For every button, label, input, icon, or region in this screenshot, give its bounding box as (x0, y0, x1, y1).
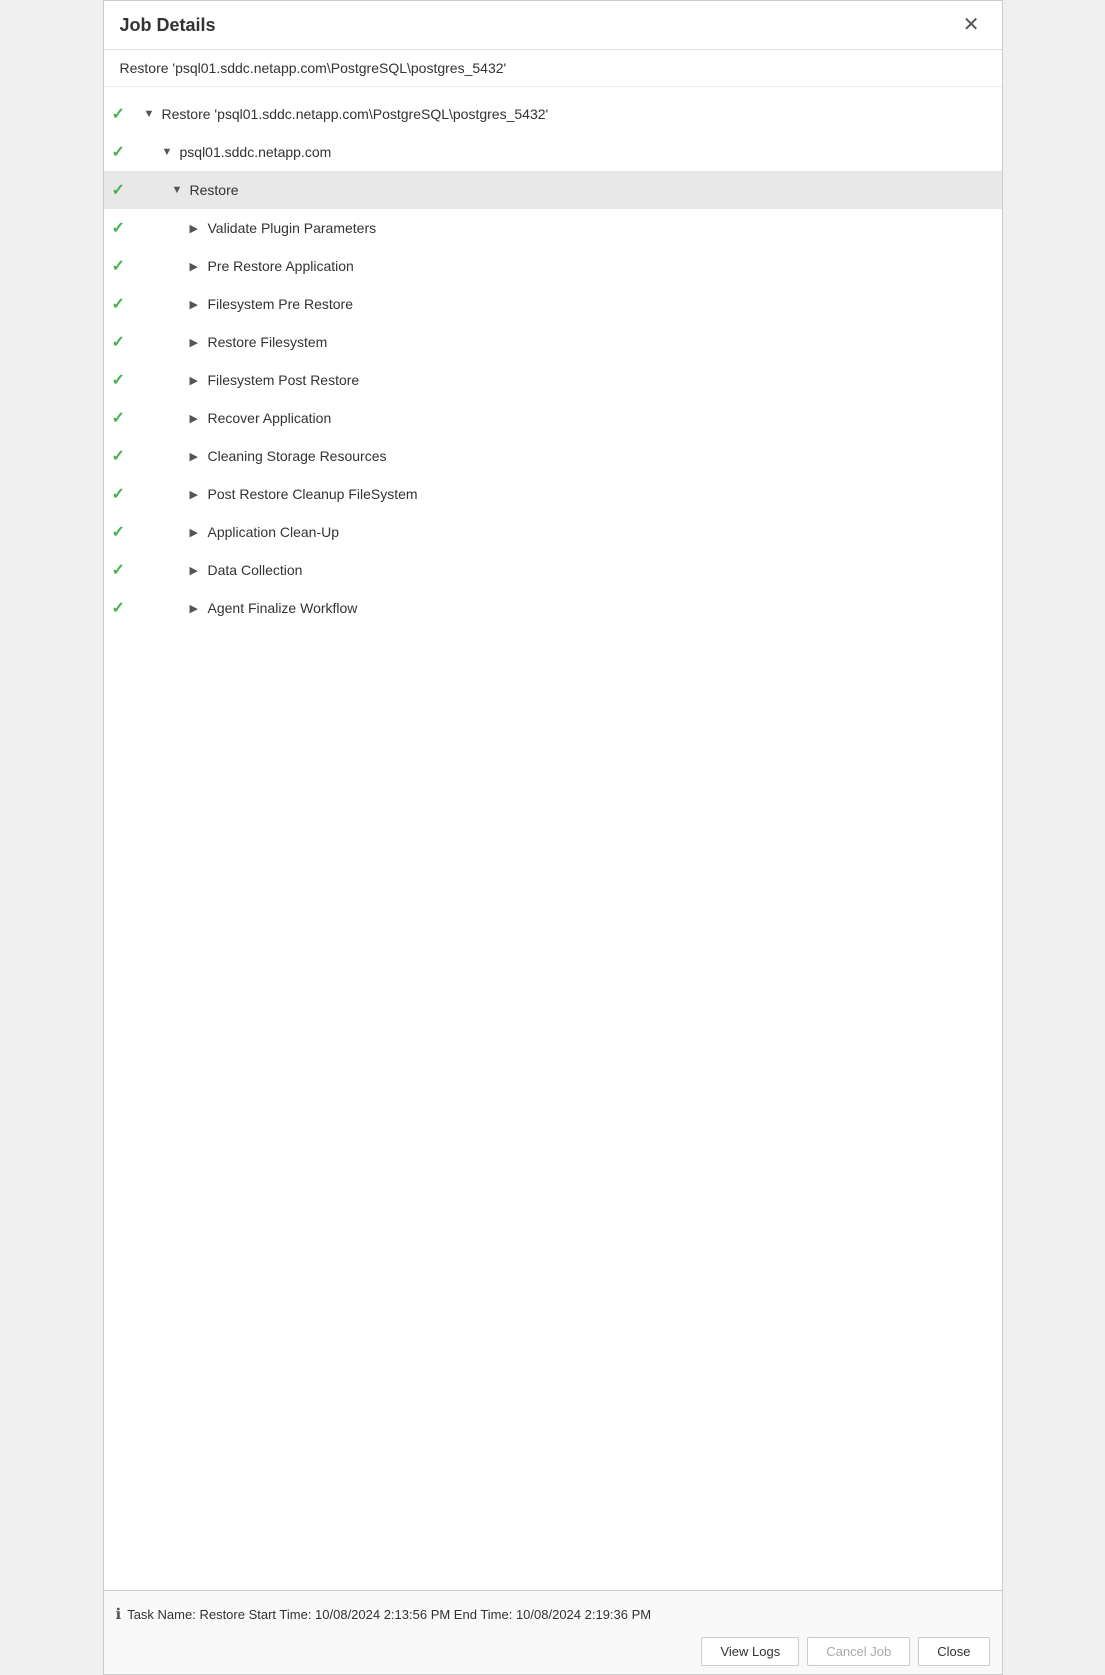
dialog-footer: ℹ Task Name: Restore Start Time: 10/08/2… (104, 1590, 1002, 1674)
tree-item-clean-storage[interactable]: ✓ ▶ Cleaning Storage Resources (104, 437, 1002, 475)
check-icon: ✓ (112, 408, 136, 428)
tree-item-post-cleanup[interactable]: ✓ ▶ Post Restore Cleanup FileSystem (104, 475, 1002, 513)
check-icon: ✓ (112, 142, 136, 162)
check-icon: ✓ (112, 218, 136, 238)
tree-item-app-cleanup[interactable]: ✓ ▶ Application Clean-Up (104, 513, 1002, 551)
tree-item-validate[interactable]: ✓ ▶ Validate Plugin Parameters (104, 209, 1002, 247)
expand-icon[interactable]: ▶ (190, 526, 208, 539)
expand-icon[interactable]: ▶ (190, 564, 208, 577)
tree-item-fs-pre-restore[interactable]: ✓ ▶ Filesystem Pre Restore (104, 285, 1002, 323)
expand-icon[interactable]: ▶ (190, 488, 208, 501)
item-label: Filesystem Pre Restore (208, 296, 353, 312)
tree-item-pre-restore[interactable]: ✓ ▶ Pre Restore Application (104, 247, 1002, 285)
footer-info: ℹ Task Name: Restore Start Time: 10/08/2… (116, 1599, 990, 1629)
item-label: Application Clean-Up (208, 524, 340, 540)
expand-icon[interactable]: ▼ (162, 146, 180, 158)
item-label: Restore 'psql01.sddc.netapp.com\PostgreS… (162, 106, 549, 122)
check-icon: ✓ (112, 294, 136, 314)
check-icon: ✓ (112, 446, 136, 466)
dialog-header: Job Details ✕ (104, 1, 1002, 50)
expand-icon[interactable]: ▶ (190, 222, 208, 235)
tree-item-root[interactable]: ✓ ▼ Restore 'psql01.sddc.netapp.com\Post… (104, 95, 1002, 133)
check-icon: ✓ (112, 522, 136, 542)
tree-item-fs-post-restore[interactable]: ✓ ▶ Filesystem Post Restore (104, 361, 1002, 399)
item-label: Post Restore Cleanup FileSystem (208, 486, 418, 502)
tree-item-restore-fs[interactable]: ✓ ▶ Restore Filesystem (104, 323, 1002, 361)
item-label: psql01.sddc.netapp.com (180, 144, 332, 160)
check-icon: ✓ (112, 370, 136, 390)
item-label: Data Collection (208, 562, 303, 578)
tree-item-recover-app[interactable]: ✓ ▶ Recover Application (104, 399, 1002, 437)
check-icon: ✓ (112, 256, 136, 276)
item-label: Restore Filesystem (208, 334, 328, 350)
expand-icon[interactable]: ▶ (190, 412, 208, 425)
tree-item-data-collection[interactable]: ✓ ▶ Data Collection (104, 551, 1002, 589)
expand-icon[interactable]: ▼ (144, 108, 162, 120)
item-label: Recover Application (208, 410, 332, 426)
item-label: Cleaning Storage Resources (208, 448, 387, 464)
dialog-title: Job Details (120, 15, 216, 36)
check-icon: ✓ (112, 332, 136, 352)
item-label: Pre Restore Application (208, 258, 354, 274)
item-label: Filesystem Post Restore (208, 372, 360, 388)
expand-icon[interactable]: ▶ (190, 450, 208, 463)
expand-icon[interactable]: ▼ (172, 184, 190, 196)
check-icon: ✓ (112, 484, 136, 504)
tree-body: ✓ ▼ Restore 'psql01.sddc.netapp.com\Post… (104, 87, 1002, 1590)
tree-item-restore[interactable]: ✓ ▼ Restore (104, 171, 1002, 209)
item-label: Validate Plugin Parameters (208, 220, 377, 236)
check-icon: ✓ (112, 104, 136, 124)
expand-icon[interactable]: ▶ (190, 602, 208, 615)
item-label: Restore (190, 182, 239, 198)
check-icon: ✓ (112, 180, 136, 200)
expand-icon[interactable]: ▶ (190, 298, 208, 311)
expand-icon[interactable]: ▶ (190, 336, 208, 349)
close-button[interactable]: Close (918, 1637, 989, 1666)
close-icon-button[interactable]: ✕ (957, 13, 986, 37)
view-logs-button[interactable]: View Logs (701, 1637, 799, 1666)
check-icon: ✓ (112, 598, 136, 618)
footer-buttons: View Logs Cancel Job Close (116, 1629, 990, 1666)
expand-icon[interactable]: ▶ (190, 374, 208, 387)
check-icon: ✓ (112, 560, 136, 580)
job-details-dialog: Job Details ✕ Restore 'psql01.sddc.netap… (103, 0, 1003, 1675)
cancel-job-button[interactable]: Cancel Job (807, 1637, 910, 1666)
tree-item-agent-finalize[interactable]: ✓ ▶ Agent Finalize Workflow (104, 589, 1002, 627)
tree-item-host[interactable]: ✓ ▼ psql01.sddc.netapp.com (104, 133, 1002, 171)
item-label: Agent Finalize Workflow (208, 600, 358, 616)
footer-info-text: Task Name: Restore Start Time: 10/08/202… (127, 1607, 651, 1622)
dialog-subtitle: Restore 'psql01.sddc.netapp.com\PostgreS… (104, 50, 1002, 87)
info-icon: ℹ (116, 1605, 122, 1623)
expand-icon[interactable]: ▶ (190, 260, 208, 273)
